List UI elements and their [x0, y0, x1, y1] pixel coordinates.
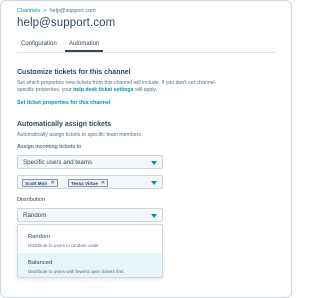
customize-description-post: will apply. — [133, 87, 158, 93]
tab-automation[interactable]: Automation — [64, 41, 104, 52]
customize-description: Set which properties new tickets from th… — [17, 80, 277, 94]
tab-configuration[interactable]: Configuration — [21, 41, 57, 47]
distribution-select-value: Random — [23, 212, 47, 219]
customize-heading: Customize tickets for this channel — [17, 69, 131, 76]
page-title: help@support.com — [17, 17, 116, 29]
assignees-multiselect[interactable]: Scott Moir ✕ Tessa Virtue ✕ — [17, 175, 163, 189]
assignee-chip: Scott Moir ✕ — [22, 179, 58, 187]
distribution-dropdown-menu: Random Distribute to users in random ord… — [17, 224, 163, 278]
assignee-chip-label: Tessa Virtue — [71, 180, 98, 186]
assign-to-select-value: Specific users and teams — [23, 159, 93, 166]
channel-settings-panel: Channels > help@support.com help@support… — [0, 0, 292, 298]
assignee-chip: Tessa Virtue ✕ — [68, 179, 109, 187]
option-name: Balanced — [28, 260, 53, 266]
set-ticket-properties-link[interactable]: Set ticket properties for this channel — [17, 100, 110, 106]
breadcrumb-channels-link[interactable]: Channels — [17, 8, 40, 14]
assign-to-select[interactable]: Specific users and teams — [17, 155, 163, 169]
breadcrumb-separator: > — [43, 8, 47, 14]
close-icon[interactable]: ✕ — [101, 180, 105, 186]
assign-heading: Automatically assign tickets — [17, 121, 112, 128]
option-description: Distribute to users with fewest open tic… — [28, 269, 124, 274]
close-icon[interactable]: ✕ — [50, 180, 54, 186]
tab-bar: Configuration Automation — [17, 39, 275, 53]
customize-description-pre: specific properties, your — [17, 87, 74, 93]
chevron-down-icon — [151, 181, 157, 185]
breadcrumb-current: help@support.com — [49, 8, 96, 14]
distribution-option-random[interactable]: Random Distribute to users in random ord… — [18, 225, 162, 251]
help-desk-ticket-settings-link[interactable]: help desk ticket settings — [73, 87, 133, 93]
distribution-option-balanced[interactable]: Balanced Distribute to users with fewest… — [18, 253, 162, 277]
distribution-select[interactable]: Random — [17, 208, 163, 222]
chevron-down-icon — [151, 214, 157, 218]
breadcrumb: Channels > help@support.com — [17, 8, 96, 14]
assign-field-label: Assign incoming tickets to — [17, 144, 82, 150]
assign-description: Automatically assign tickets to specific… — [17, 132, 143, 138]
customize-description-line1: Set which properties new tickets from th… — [17, 80, 217, 86]
chevron-down-icon — [151, 161, 157, 165]
distribution-label: Distribution — [17, 197, 45, 203]
option-name: Random — [28, 234, 50, 240]
assignee-chip-label: Scott Moir — [25, 180, 48, 186]
option-description: Distribute to users in random order — [28, 243, 99, 248]
